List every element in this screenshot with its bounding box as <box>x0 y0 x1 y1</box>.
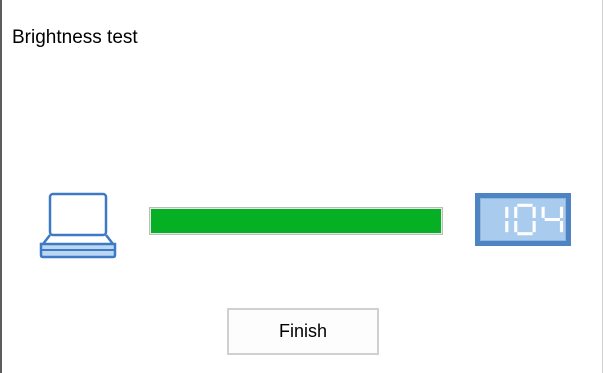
digit-2-segment-a <box>517 203 533 207</box>
digit-3-segment-f <box>541 206 545 218</box>
window-title: Brightness test <box>12 27 138 48</box>
brightness-progress-bar <box>149 207 443 235</box>
digit-2-segment-b <box>532 206 536 218</box>
brightness-progress-fill <box>151 209 441 233</box>
brightness-value-digits <box>505 203 564 236</box>
brightness-value-face: 104 <box>480 198 566 241</box>
digit-1-segment-c <box>505 221 509 233</box>
digit-3-segment-c <box>559 221 564 233</box>
digit-1-segment-b <box>505 206 509 218</box>
brightness-test-window: Brightness test 104 Finish <box>0 0 603 373</box>
digit-3-segment-b <box>559 206 564 218</box>
digit-2-segment-e <box>514 221 518 233</box>
digit-2-segment-f <box>514 206 518 218</box>
digit-3-segment-g <box>544 217 560 222</box>
laptop-icon <box>37 190 119 260</box>
digit-2-segment-d <box>517 232 533 236</box>
brightness-value-display: 104 <box>475 193 571 246</box>
digit-2-segment-c <box>532 221 536 233</box>
finish-button[interactable]: Finish <box>227 308 379 355</box>
